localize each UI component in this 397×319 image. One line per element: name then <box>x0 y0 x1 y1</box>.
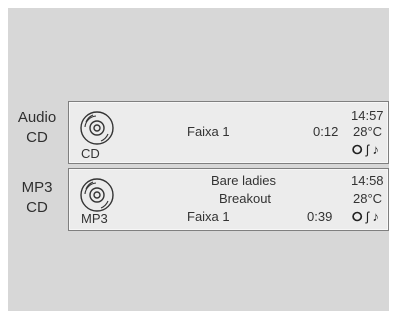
bluetooth-icon: ʃ <box>366 209 369 224</box>
mp3-cd-label: MP3 CD <box>10 178 64 218</box>
mp3-cd-label-line2: CD <box>26 199 48 216</box>
mp3-cd-display[interactable]: MP3 Bare ladies Breakout Faixa 1 0:39 14… <box>68 168 389 231</box>
source-tag-mp3: MP3 <box>81 211 108 226</box>
mp3-cd-label-line1: MP3 <box>21 179 53 196</box>
disc-icon <box>80 111 114 145</box>
track-time: 0:39 <box>307 209 333 224</box>
clock: 14:57 <box>351 108 384 123</box>
status-icons: ⭘ ʃ ♪ <box>352 142 379 158</box>
album-name: Breakout <box>219 191 272 206</box>
cd-status-icon: ⭘ <box>352 209 363 224</box>
artist-name: Bare ladies <box>211 173 277 188</box>
clock: 14:58 <box>351 173 384 188</box>
status-icons: ⭘ ʃ ♪ <box>352 209 379 225</box>
temperature: 28°C <box>353 191 383 206</box>
disc-icon <box>80 178 114 212</box>
bluetooth-icon: ʃ <box>366 142 369 157</box>
temperature: 28°C <box>353 124 383 139</box>
music-note-icon: ♪ <box>372 209 380 224</box>
audio-cd-label-line1: Audio <box>17 109 57 126</box>
audio-cd-display[interactable]: CD Faixa 1 0:12 14:57 28°C ⭘ ʃ ♪ <box>68 101 389 164</box>
source-tag-cd: CD <box>81 146 100 161</box>
audio-cd-label-line2: CD <box>26 129 48 146</box>
cd-status-icon: ⭘ <box>352 142 363 157</box>
audio-cd-label: Audio CD <box>10 108 64 148</box>
music-note-icon: ♪ <box>372 142 380 157</box>
track-name: Faixa 1 <box>187 124 230 139</box>
track-name: Faixa 1 <box>187 209 230 224</box>
track-time: 0:12 <box>313 124 339 139</box>
